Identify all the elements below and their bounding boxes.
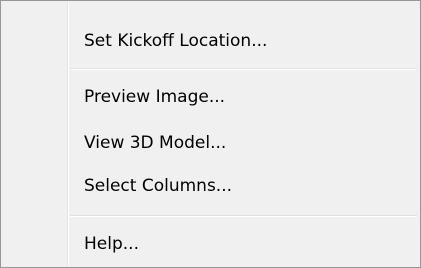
menu-item-label: Preview Image... [84,87,226,107]
menu-item-label: View 3D Model... [84,133,227,153]
menu-separator [70,68,417,70]
menu-item-help[interactable]: Help... [3,226,418,262]
menu-item-view-3d-model[interactable]: View 3D Model... [3,125,418,161]
menu-item-set-kickoff-location[interactable]: Set Kickoff Location... [3,23,418,59]
menu-item-preview-image[interactable]: Preview Image... [3,79,418,115]
menu-item-select-columns[interactable]: Select Columns... [3,168,418,204]
menu-item-label: Set Kickoff Location... [84,31,268,51]
menu-item-label: Select Columns... [84,176,233,196]
context-menu: Set Kickoff Location... Preview Image...… [0,0,421,268]
menu-separator [70,215,417,217]
menu-item-label: Help... [84,234,139,254]
